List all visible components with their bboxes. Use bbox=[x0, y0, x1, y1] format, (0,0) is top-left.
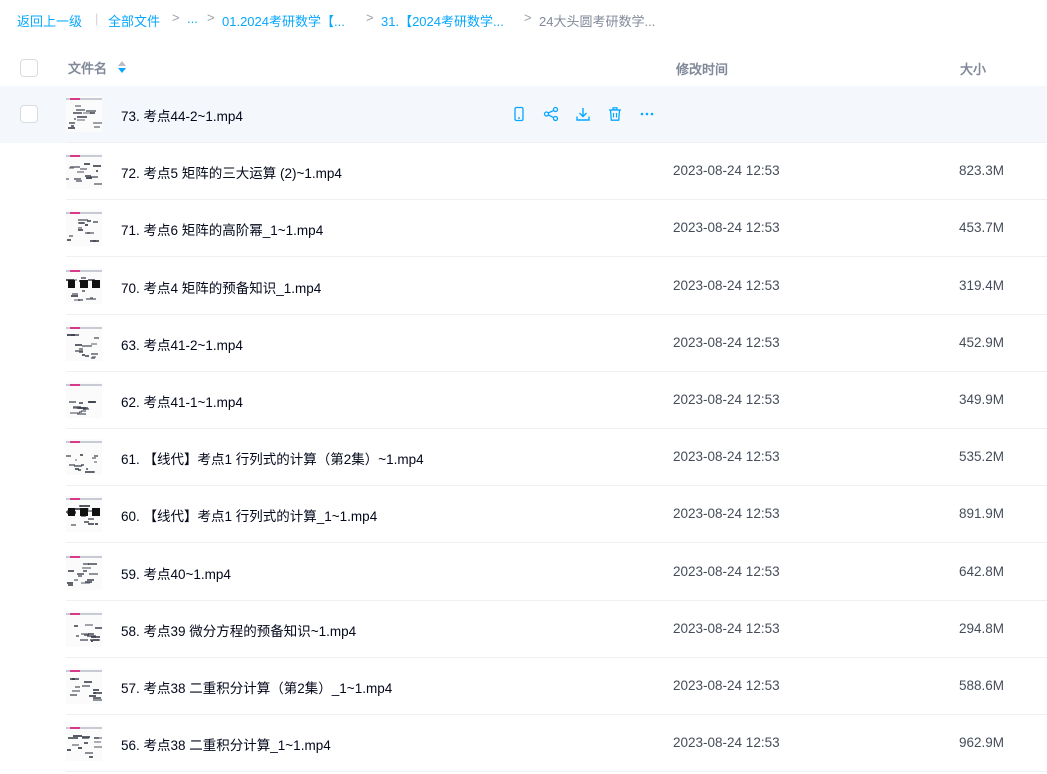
file-name[interactable]: 73. 考点44-2~1.mp4 bbox=[121, 105, 243, 125]
table-row[interactable]: 57. 考点38 二重积分计算（第2集）_1~1.mp4 2023-08-24 1… bbox=[0, 658, 1047, 715]
chevron-right-icon: > bbox=[172, 10, 180, 25]
table-row[interactable]: 61. 【线代】考点1 行列式的计算（第2集）~1.mp4 2023-08-24 … bbox=[0, 429, 1047, 486]
table-row[interactable]: 56. 考点38 二重积分计算_1~1.mp4 2023-08-24 12:53 9… bbox=[0, 715, 1047, 772]
video-thumbnail bbox=[66, 325, 102, 361]
video-thumbnail bbox=[66, 439, 102, 475]
breadcrumb-item-folder-31[interactable]: 31.【2024考研数学... bbox=[381, 11, 504, 30]
modified-time: 2023-08-24 12:53 bbox=[673, 163, 780, 178]
file-size: 349.9M bbox=[958, 392, 1004, 407]
file-name[interactable]: 70. 考点4 矩阵的预备知识_1.mp4 bbox=[121, 277, 321, 297]
breadcrumb-item-folder-01[interactable]: 01.2024考研数学【... bbox=[222, 11, 345, 30]
breadcrumb-item-current: 24大头圆考研数学... bbox=[539, 14, 656, 29]
download-icon[interactable] bbox=[574, 104, 592, 124]
file-name[interactable]: 56. 考点38 二重积分计算_1~1.mp4 bbox=[121, 734, 331, 754]
chevron-right-icon: > bbox=[366, 10, 374, 25]
back-link[interactable]: 返回上一级 bbox=[17, 11, 82, 30]
modified-time: 2023-08-24 12:53 bbox=[673, 564, 780, 579]
modified-time: 2023-08-24 12:53 bbox=[673, 220, 780, 235]
modified-time: 2023-08-24 12:53 bbox=[673, 621, 780, 636]
video-thumbnail bbox=[66, 725, 102, 761]
file-size: 642.8M bbox=[958, 564, 1004, 579]
video-thumbnail bbox=[66, 153, 102, 189]
modified-time: 2023-08-24 12:53 bbox=[673, 678, 780, 693]
table-row[interactable]: 59. 考点40~1.mp4 2023-08-24 12:53 642.8M bbox=[0, 544, 1047, 601]
row-divider bbox=[66, 256, 1047, 257]
modified-time: 2023-08-24 12:53 bbox=[673, 449, 780, 464]
phone-icon[interactable] bbox=[510, 104, 528, 124]
video-thumbnail bbox=[66, 668, 102, 704]
table-row[interactable]: 60. 【线代】考点1 行列式的计算_1~1.mp4 2023-08-24 12:… bbox=[0, 486, 1047, 543]
file-name[interactable]: 71. 考点6 矩阵的高阶幂_1~1.mp4 bbox=[121, 219, 323, 239]
modified-time: 2023-08-24 12:53 bbox=[673, 335, 780, 350]
video-thumbnail bbox=[66, 611, 102, 647]
modified-time: 2023-08-24 12:53 bbox=[673, 278, 780, 293]
chevron-right-icon: > bbox=[524, 10, 532, 25]
breadcrumb: 返回上一级 | 全部文件 > ... > 01.2024考研数学【... > 3… bbox=[0, 0, 1047, 38]
modified-time: 2023-08-24 12:53 bbox=[673, 392, 780, 407]
row-actions bbox=[510, 104, 656, 124]
modified-time: 2023-08-24 12:53 bbox=[673, 735, 780, 750]
table-row[interactable]: 58. 考点39 微分方程的预备知识~1.mp4 2023-08-24 12:53… bbox=[0, 601, 1047, 658]
file-size: 294.8M bbox=[958, 621, 1004, 636]
file-size: 453.7M bbox=[958, 220, 1004, 235]
breadcrumb-item-ellipsis[interactable]: ... bbox=[187, 11, 198, 26]
share-icon[interactable] bbox=[542, 104, 560, 124]
row-divider bbox=[66, 771, 1047, 772]
file-size: 535.2M bbox=[958, 449, 1004, 464]
breadcrumb-item-all-files[interactable]: 全部文件 bbox=[108, 11, 160, 30]
column-header-name[interactable]: 文件名 bbox=[68, 58, 107, 77]
file-size: 452.9M bbox=[958, 335, 1004, 350]
video-thumbnail bbox=[66, 210, 102, 246]
more-icon[interactable] bbox=[638, 104, 656, 124]
sort-icon[interactable] bbox=[117, 59, 127, 75]
modified-time: 2023-08-24 12:53 bbox=[673, 506, 780, 521]
column-header-time[interactable]: 修改时间 bbox=[676, 59, 728, 78]
file-size: 588.6M bbox=[958, 678, 1004, 693]
table-row[interactable]: 71. 考点6 矩阵的高阶幂_1~1.mp4 2023-08-24 12:53 45… bbox=[0, 200, 1047, 257]
row-divider bbox=[66, 542, 1047, 543]
table-header: 文件名 修改时间 大小 bbox=[0, 50, 1047, 84]
video-thumbnail bbox=[66, 382, 102, 418]
delete-icon[interactable] bbox=[606, 104, 624, 124]
file-name[interactable]: 60. 【线代】考点1 行列式的计算_1~1.mp4 bbox=[121, 505, 377, 525]
column-header-size[interactable]: 大小 bbox=[960, 59, 986, 78]
file-name[interactable]: 58. 考点39 微分方程的预备知识~1.mp4 bbox=[121, 620, 356, 640]
file-name[interactable]: 57. 考点38 二重积分计算（第2集）_1~1.mp4 bbox=[121, 677, 392, 697]
table-row[interactable]: 63. 考点41-2~1.mp4 2023-08-24 12:53 452.9M bbox=[0, 315, 1047, 372]
row-checkbox[interactable] bbox=[20, 105, 38, 123]
chevron-right-icon: > bbox=[207, 10, 215, 25]
table-row[interactable]: 62. 考点41-1~1.mp4 2023-08-24 12:53 349.9M bbox=[0, 372, 1047, 429]
file-size: 823.3M bbox=[958, 163, 1004, 178]
file-name[interactable]: 63. 考点41-2~1.mp4 bbox=[121, 334, 243, 354]
file-name[interactable]: 59. 考点40~1.mp4 bbox=[121, 563, 231, 583]
video-thumbnail bbox=[66, 496, 102, 532]
file-name[interactable]: 72. 考点5 矩阵的三大运算 (2)~1.mp4 bbox=[121, 162, 342, 182]
file-size: 319.4M bbox=[958, 278, 1004, 293]
table-row[interactable]: 70. 考点4 矩阵的预备知识_1.mp4 2023-08-24 12:53 319… bbox=[0, 258, 1047, 315]
table-row[interactable]: 72. 考点5 矩阵的三大运算 (2)~1.mp4 2023-08-24 12:5… bbox=[0, 143, 1047, 200]
breadcrumb-divider: | bbox=[95, 11, 99, 26]
file-name[interactable]: 62. 考点41-1~1.mp4 bbox=[121, 391, 243, 411]
video-thumbnail bbox=[66, 96, 102, 132]
file-name[interactable]: 61. 【线代】考点1 行列式的计算（第2集）~1.mp4 bbox=[121, 448, 424, 468]
table-row[interactable]: 73. 考点44-2~1.mp4 bbox=[0, 86, 1047, 143]
video-thumbnail bbox=[66, 268, 102, 304]
select-all-checkbox[interactable] bbox=[20, 59, 38, 77]
file-size: 891.9M bbox=[958, 506, 1004, 521]
video-thumbnail bbox=[66, 554, 102, 590]
file-size: 962.9M bbox=[958, 735, 1004, 750]
